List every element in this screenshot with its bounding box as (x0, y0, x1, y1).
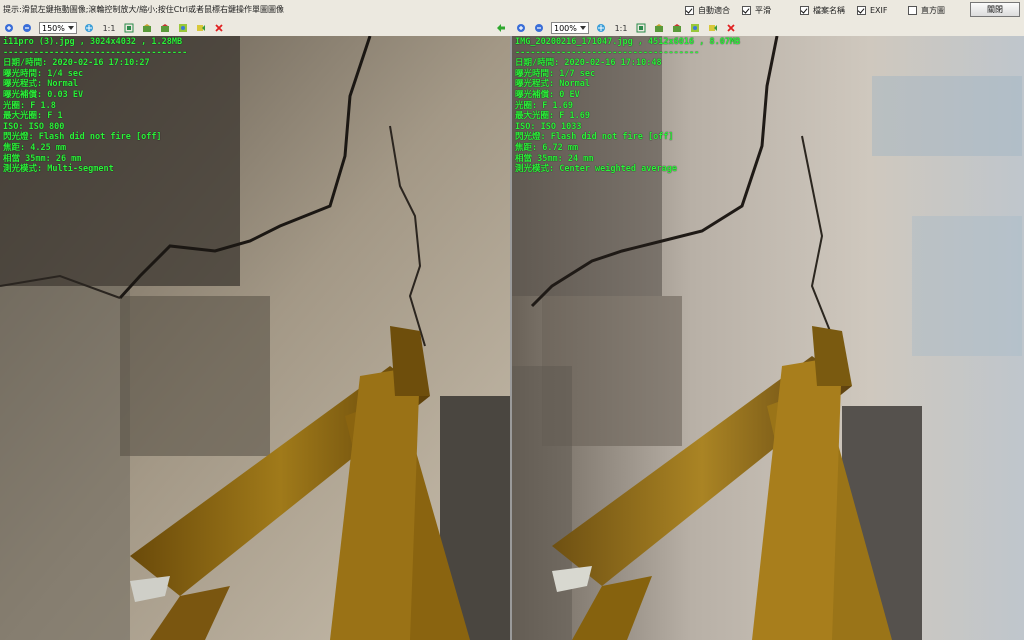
left-zoom-value: 150% (42, 23, 65, 33)
left-exif-line: 最大光圈: F 1 (3, 111, 63, 122)
filename-label: 檔案名稱 (813, 5, 845, 15)
left-toolbar: 150% 1:1 (0, 20, 510, 36)
refresh-icon[interactable] (689, 22, 701, 34)
right-exif-line: 光圈: F 1.69 (515, 100, 573, 111)
left-image-pane[interactable]: i11pro (3).jpg , 3024x4032 , 1.28MB ----… (0, 36, 510, 640)
auto-fit-checkbox[interactable] (685, 5, 694, 15)
right-toolbar: 100% 1:1 (512, 20, 1024, 36)
histogram-label: 直方圖 (921, 5, 945, 15)
right-exif-line: 曝光時間: 1/7 sec (515, 68, 596, 79)
left-exif-line: 曝光補償: 0.03 EV (3, 89, 84, 100)
histogram-checkbox[interactable] (908, 5, 917, 15)
left-exif-overlay: i11pro (3).jpg , 3024x4032 , 1.28MB ----… (3, 37, 187, 175)
fit-window-icon[interactable] (635, 22, 647, 34)
rotate-left-icon[interactable] (653, 22, 665, 34)
option-histogram[interactable]: 直方圖 (908, 5, 945, 15)
right-exif-line: 最大光圈: F 1.69 (515, 111, 590, 122)
delete-icon[interactable] (213, 22, 225, 34)
left-separator: ------------------------------------ (3, 47, 188, 58)
right-zoom-value: 100% (554, 23, 577, 33)
rotate-right-icon[interactable] (159, 22, 171, 34)
right-exif-line: 測光模式: Center weighted average (515, 164, 677, 175)
left-exif-line: 曝光時間: 1/4 sec (3, 68, 84, 79)
left-exif-line: 相當 35mm: 26 mm (3, 153, 82, 164)
left-exif-line: 閃光燈: Flash did not fire [off] (3, 132, 162, 143)
left-exif-line: 測光模式: Multi-segment (3, 164, 114, 175)
smooth-label: 平滑 (755, 5, 771, 15)
right-exif-line: 曝光補償: 0 EV (515, 89, 580, 100)
smooth-checkbox[interactable] (742, 5, 751, 15)
zoom-out-icon[interactable] (21, 22, 33, 34)
option-smooth[interactable]: 平滑 (742, 5, 771, 15)
right-separator: ------------------------------------ (515, 47, 700, 58)
right-exif-line: 日期/時間: 2020-02-16 17:10:48 (515, 58, 662, 69)
actual-size-button[interactable]: 1:1 (613, 22, 629, 34)
chevron-down-icon (68, 26, 74, 30)
right-file-header: IMG_20200216_171047.jpg , 4512x6016 , 8.… (515, 37, 741, 47)
exif-checkbox[interactable] (857, 5, 866, 15)
delete-icon[interactable] (725, 22, 737, 34)
left-exif-line: 日期/時間: 2020-02-16 17:10:27 (3, 58, 150, 69)
left-file-header: i11pro (3).jpg , 3024x4032 , 1.28MB (3, 37, 183, 47)
actual-size-button[interactable]: 1:1 (101, 22, 117, 34)
close-button[interactable]: 關閉 (970, 2, 1020, 17)
rotate-left-icon[interactable] (141, 22, 153, 34)
zoom-in-icon[interactable] (515, 22, 527, 34)
right-exif-line: ISO: ISO 1033 (515, 121, 582, 132)
left-zoom-select[interactable]: 150% (39, 22, 77, 34)
right-exif-overlay: IMG_20200216_171047.jpg , 4512x6016 , 8.… (515, 37, 740, 175)
left-exif-line: ISO: ISO 800 (3, 121, 65, 132)
fit-icon[interactable] (83, 22, 95, 34)
right-exif-line: 閃光燈: Flash did not fire [off] (515, 132, 674, 143)
fit-icon[interactable] (595, 22, 607, 34)
exif-label: EXIF (870, 5, 888, 15)
hint-text: 提示:滑鼠左鍵拖動圖像;滾輪控制放大/縮小;按住Ctrl或者鼠標右鍵操作單圖圖像 (3, 5, 285, 14)
option-auto-fit[interactable]: 自動適合 (685, 5, 730, 15)
top-bar: 提示:滑鼠左鍵拖動圖像;滾輪控制放大/縮小;按住Ctrl或者鼠標右鍵操作單圖圖像… (0, 0, 1024, 20)
next-image-icon[interactable] (195, 22, 207, 34)
left-exif-line: 曝光程式: Normal (3, 79, 78, 90)
zoom-out-icon[interactable] (533, 22, 545, 34)
option-filename[interactable]: 檔案名稱 (800, 5, 845, 15)
refresh-icon[interactable] (177, 22, 189, 34)
right-image-pane[interactable]: IMG_20200216_171047.jpg , 4512x6016 , 8.… (512, 36, 1024, 640)
option-exif[interactable]: EXIF (857, 5, 888, 15)
right-zoom-select[interactable]: 100% (551, 22, 589, 34)
sync-arrow-icon[interactable] (495, 22, 507, 34)
left-exif-line: 焦距: 4.25 mm (3, 142, 67, 153)
chevron-down-icon (580, 26, 586, 30)
fit-window-icon[interactable] (123, 22, 135, 34)
next-image-icon[interactable] (707, 22, 719, 34)
right-exif-line: 焦距: 6.72 mm (515, 142, 579, 153)
filename-checkbox[interactable] (800, 5, 809, 15)
right-exif-line: 相當 35mm: 24 mm (515, 153, 594, 164)
zoom-in-icon[interactable] (3, 22, 15, 34)
rotate-right-icon[interactable] (671, 22, 683, 34)
auto-fit-label: 自動適合 (698, 5, 730, 15)
left-exif-line: 光圈: F 1.8 (3, 100, 56, 111)
right-exif-line: 曝光程式: Normal (515, 79, 590, 90)
